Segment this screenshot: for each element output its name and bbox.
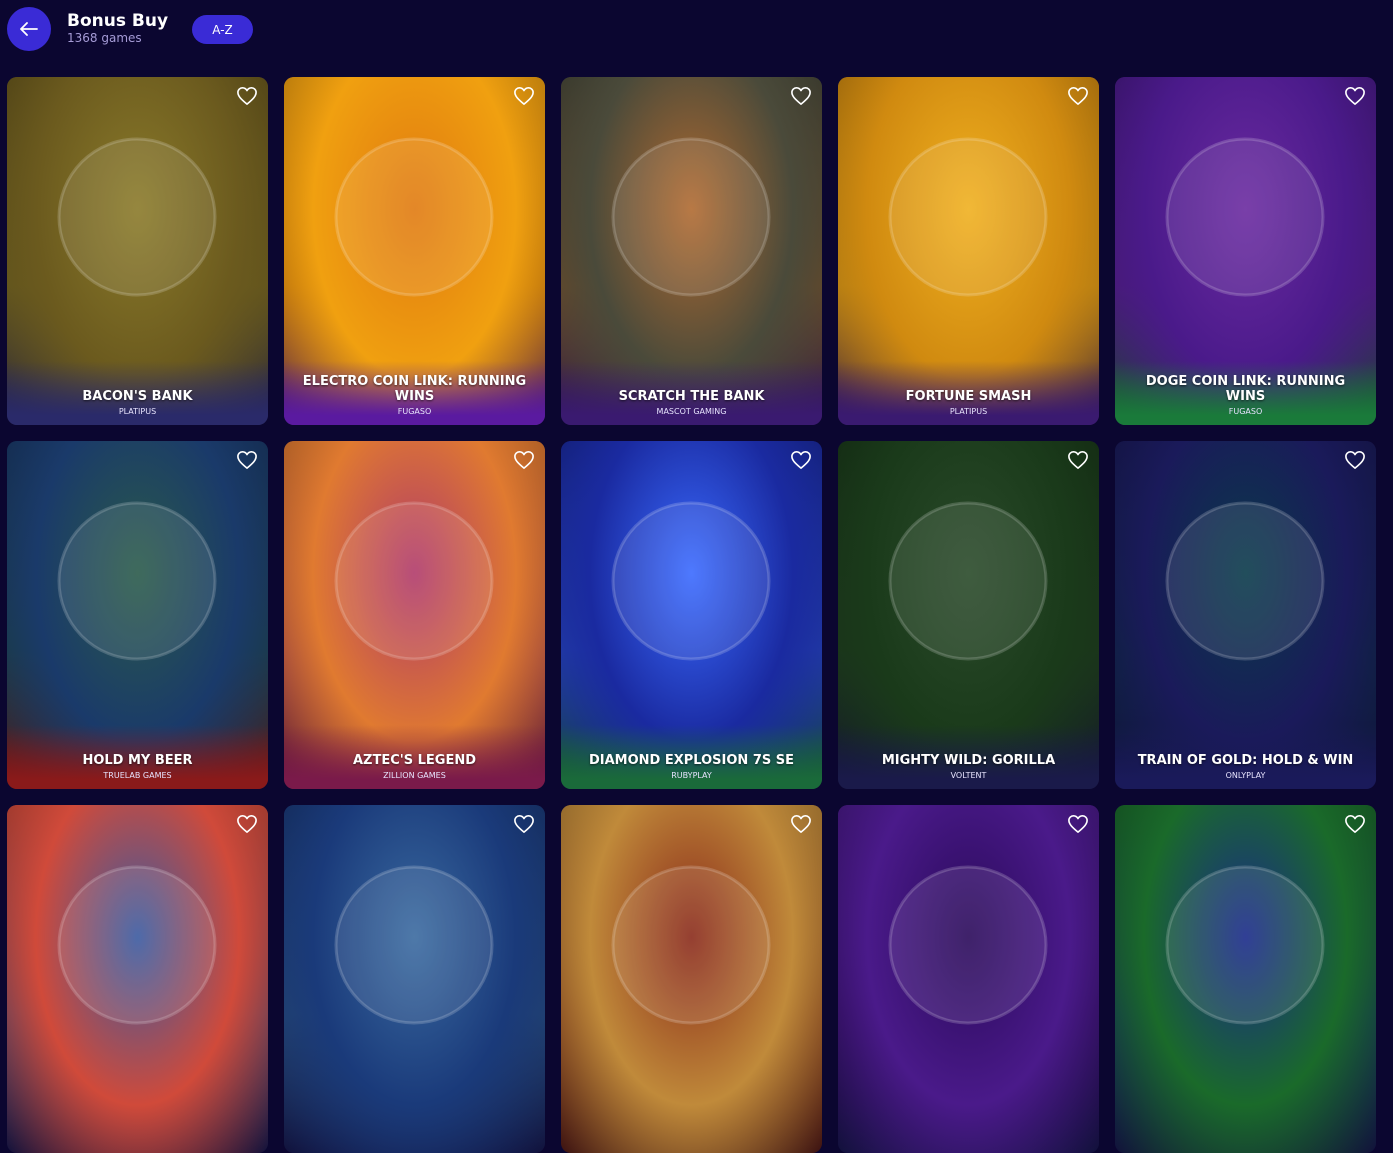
game-artwork <box>888 865 1048 1025</box>
game-title: BACON'S BANK <box>82 389 193 404</box>
game-info: TRAIN OF GOLD: HOLD & WIN ONLYPLAY <box>1115 725 1376 789</box>
game-provider: FUGASO <box>1228 407 1263 416</box>
game-card[interactable] <box>1115 805 1376 1153</box>
category-heading: Bonus Buy 1368 games <box>67 11 168 46</box>
heart-outline-icon[interactable] <box>236 86 258 106</box>
heart-outline-icon[interactable] <box>513 450 535 470</box>
heart-outline-icon[interactable] <box>513 814 535 834</box>
game-info: SCRATCH THE BANK MASCOT GAMING <box>561 361 822 425</box>
game-title: DIAMOND EXPLOSION 7S SE <box>588 753 794 768</box>
heart-outline-icon[interactable] <box>236 814 258 834</box>
heart-outline-icon[interactable] <box>513 86 535 106</box>
game-info: ELECTRO COIN LINK: RUNNING WINS FUGASO <box>284 361 545 425</box>
game-provider: ZILLION GAMES <box>383 771 446 780</box>
heart-outline-icon[interactable] <box>1344 86 1366 106</box>
game-card[interactable]: MIGHTY WILD: GORILLA VOLTENT <box>838 441 1099 789</box>
game-artwork <box>57 865 217 1025</box>
game-info: HOLD MY BEER TRUELAB GAMES <box>7 725 268 789</box>
back-button[interactable] <box>7 7 51 51</box>
game-title: ELECTRO COIN LINK: RUNNING WINS <box>302 374 527 404</box>
game-title: AZTEC'S LEGEND <box>352 753 477 768</box>
game-thumbnail <box>284 805 545 1153</box>
heart-outline-icon[interactable] <box>1344 450 1366 470</box>
page-header: Bonus Buy 1368 games A-Z <box>0 0 1393 60</box>
games-count: 1368 games <box>67 31 142 45</box>
game-card[interactable]: HOLD MY BEER TRUELAB GAMES <box>7 441 268 789</box>
game-provider: FUGASO <box>397 407 432 416</box>
page-title: Bonus Buy <box>67 11 169 31</box>
game-thumbnail <box>1115 805 1376 1153</box>
sort-az-button[interactable]: A-Z <box>192 15 253 44</box>
game-card[interactable] <box>561 805 822 1153</box>
game-provider: VOLTENT <box>950 771 987 780</box>
game-title: SCRATCH THE BANK <box>618 389 765 404</box>
game-artwork <box>611 865 771 1025</box>
game-title: FORTUNE SMASH <box>905 389 1032 404</box>
game-provider: PLATIPUS <box>949 407 988 416</box>
game-info: DOGE COIN LINK: RUNNING WINS FUGASO <box>1115 361 1376 425</box>
game-artwork <box>1165 865 1325 1025</box>
game-card[interactable]: TRAIN OF GOLD: HOLD & WIN ONLYPLAY <box>1115 441 1376 789</box>
game-info: AZTEC'S LEGEND ZILLION GAMES <box>284 725 545 789</box>
game-thumbnail <box>838 805 1099 1153</box>
heart-outline-icon[interactable] <box>790 86 812 106</box>
game-card[interactable] <box>284 805 545 1153</box>
heart-outline-icon[interactable] <box>790 814 812 834</box>
game-card[interactable]: SCRATCH THE BANK MASCOT GAMING <box>561 77 822 425</box>
game-info: DIAMOND EXPLOSION 7S SE RUBYPLAY <box>561 725 822 789</box>
game-title: MIGHTY WILD: GORILLA <box>881 753 1056 768</box>
game-card[interactable]: DIAMOND EXPLOSION 7S SE RUBYPLAY <box>561 441 822 789</box>
game-provider: MASCOT GAMING <box>656 407 727 416</box>
game-info: FORTUNE SMASH PLATIPUS <box>838 361 1099 425</box>
game-card[interactable]: BACON'S BANK PLATIPUS <box>7 77 268 425</box>
game-card[interactable]: AZTEC'S LEGEND ZILLION GAMES <box>284 441 545 789</box>
game-card[interactable]: DOGE COIN LINK: RUNNING WINS FUGASO <box>1115 77 1376 425</box>
arrow-left-icon <box>20 22 38 36</box>
game-card[interactable] <box>838 805 1099 1153</box>
heart-outline-icon[interactable] <box>1067 86 1089 106</box>
heart-outline-icon[interactable] <box>790 450 812 470</box>
game-title: HOLD MY BEER <box>82 753 193 768</box>
game-thumbnail <box>561 805 822 1153</box>
game-artwork <box>334 865 494 1025</box>
game-card[interactable] <box>7 805 268 1153</box>
game-title: DOGE COIN LINK: RUNNING WINS <box>1145 374 1346 404</box>
game-card[interactable]: ELECTRO COIN LINK: RUNNING WINS FUGASO <box>284 77 545 425</box>
game-info: BACON'S BANK PLATIPUS <box>7 361 268 425</box>
heart-outline-icon[interactable] <box>1067 814 1089 834</box>
game-thumbnail <box>7 805 268 1153</box>
game-title: TRAIN OF GOLD: HOLD & WIN <box>1137 753 1354 768</box>
game-provider: PLATIPUS <box>118 407 157 416</box>
game-provider: ONLYPLAY <box>1225 771 1266 780</box>
heart-outline-icon[interactable] <box>236 450 258 470</box>
game-provider: TRUELAB GAMES <box>103 771 172 780</box>
game-info: MIGHTY WILD: GORILLA VOLTENT <box>838 725 1099 789</box>
heart-outline-icon[interactable] <box>1067 450 1089 470</box>
game-card[interactable]: FORTUNE SMASH PLATIPUS <box>838 77 1099 425</box>
game-provider: RUBYPLAY <box>671 771 712 780</box>
heart-outline-icon[interactable] <box>1344 814 1366 834</box>
